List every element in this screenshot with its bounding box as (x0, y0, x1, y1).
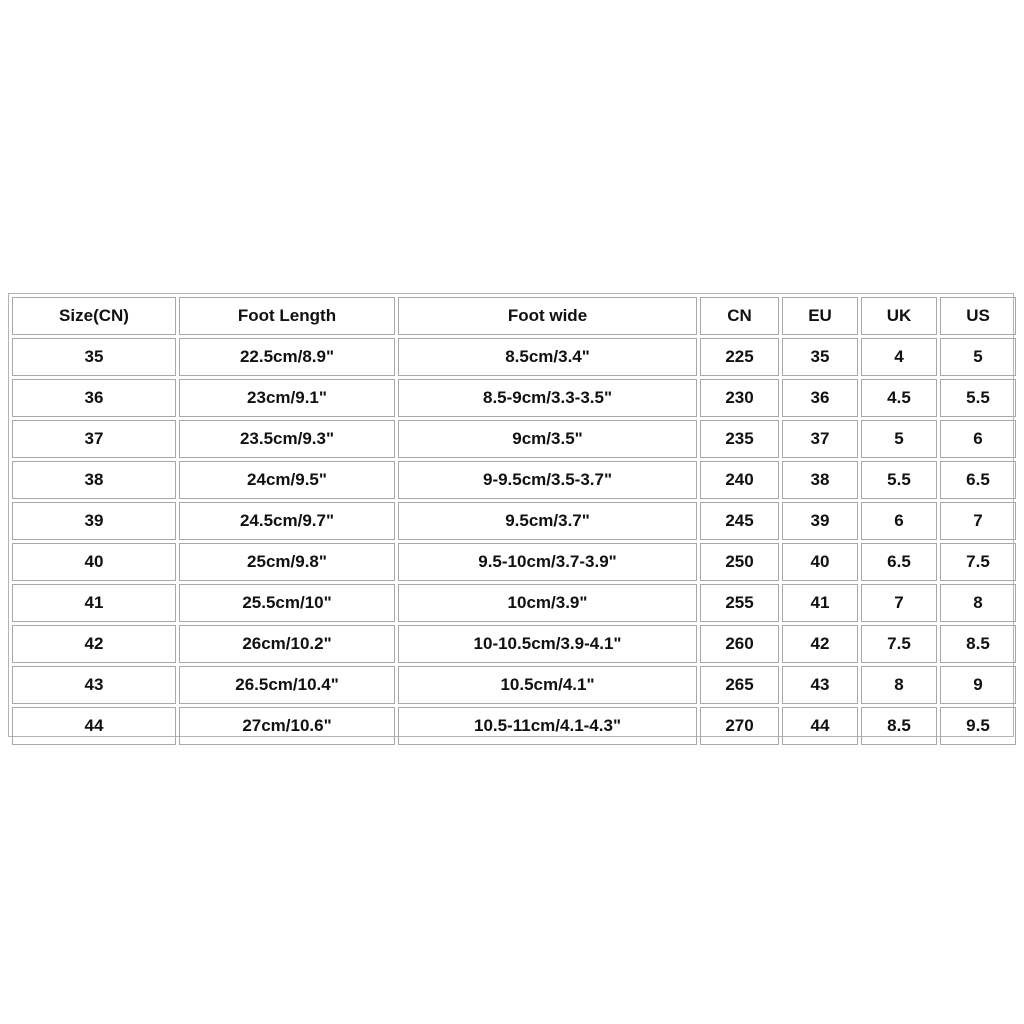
table-cell: 38 (782, 461, 858, 499)
table-cell: 10cm/3.9" (398, 584, 697, 622)
table-cell: 8 (940, 584, 1016, 622)
column-header: Size(CN) (12, 297, 176, 335)
table-row: 39 24.5cm/9.7" 9.5cm/3.7" 245 39 6 7 (12, 502, 1016, 540)
table-cell: 9.5-10cm/3.7-3.9" (398, 543, 697, 581)
table-cell: 240 (700, 461, 779, 499)
table-cell: 5.5 (940, 379, 1016, 417)
table-cell: 40 (782, 543, 858, 581)
table-cell: 4 (861, 338, 937, 376)
table-cell: 8.5 (861, 707, 937, 745)
size-table: Size(CN) Foot Length Foot wide CN EU UK US 35 2… (9, 294, 1019, 748)
table-cell: 8.5cm/3.4" (398, 338, 697, 376)
table-cell: 44 (782, 707, 858, 745)
table-cell: 8 (861, 666, 937, 704)
table-cell: 10.5-11cm/4.1-4.3" (398, 707, 697, 745)
table-cell: 5 (940, 338, 1016, 376)
size-chart: Size(CN) Foot Length Foot wide CN EU UK US 35 2… (8, 293, 1016, 745)
table-cell: 23cm/9.1" (179, 379, 395, 417)
table-cell: 7 (940, 502, 1016, 540)
table-cell: 8.5 (940, 625, 1016, 663)
table-row: 42 26cm/10.2" 10-10.5cm/3.9-4.1" 260 42 7.5 8.… (12, 625, 1016, 663)
table-cell: 39 (12, 502, 176, 540)
table-cell: 230 (700, 379, 779, 417)
column-header: Foot Length (179, 297, 395, 335)
table-cell: 42 (12, 625, 176, 663)
table-cell: 5 (861, 420, 937, 458)
column-header: Foot wide (398, 297, 697, 335)
table-cell: 6 (940, 420, 1016, 458)
column-header: EU (782, 297, 858, 335)
table-cell: 7 (861, 584, 937, 622)
table-cell: 9.5cm/3.7" (398, 502, 697, 540)
table-cell: 265 (700, 666, 779, 704)
table-row: 44 27cm/10.6" 10.5-11cm/4.1-4.3" 270 44 8.5 9.… (12, 707, 1016, 745)
table-cell: 9-9.5cm/3.5-3.7" (398, 461, 697, 499)
table-row: 40 25cm/9.8" 9.5-10cm/3.7-3.9" 250 40 6.5 7.5 (12, 543, 1016, 581)
table-cell: 6 (861, 502, 937, 540)
table-row: 41 25.5cm/10" 10cm/3.9" 255 41 7 8 (12, 584, 1016, 622)
table-row: 36 23cm/9.1" 8.5-9cm/3.3-3.5" 230 36 4.5 5.5 (12, 379, 1016, 417)
table-cell: 36 (782, 379, 858, 417)
table-cell: 37 (782, 420, 858, 458)
table-cell: 5.5 (861, 461, 937, 499)
table-cell: 42 (782, 625, 858, 663)
header-row: Size(CN) Foot Length Foot wide CN EU UK US (12, 297, 1016, 335)
table-cell: 4.5 (861, 379, 937, 417)
table-cell: 6.5 (940, 461, 1016, 499)
table-cell: 8.5-9cm/3.3-3.5" (398, 379, 697, 417)
table-cell: 9 (940, 666, 1016, 704)
table-cell: 26.5cm/10.4" (179, 666, 395, 704)
table-cell: 43 (782, 666, 858, 704)
table-cell: 250 (700, 543, 779, 581)
table-cell: 22.5cm/8.9" (179, 338, 395, 376)
table-cell: 270 (700, 707, 779, 745)
table-cell: 9.5 (940, 707, 1016, 745)
table-cell: 6.5 (861, 543, 937, 581)
table-row: 38 24cm/9.5" 9-9.5cm/3.5-3.7" 240 38 5.5 6.5 (12, 461, 1016, 499)
table-cell: 24cm/9.5" (179, 461, 395, 499)
column-header: US (940, 297, 1016, 335)
table-cell: 235 (700, 420, 779, 458)
table-row: 35 22.5cm/8.9" 8.5cm/3.4" 225 35 4 5 (12, 338, 1016, 376)
table-cell: 26cm/10.2" (179, 625, 395, 663)
table-cell: 245 (700, 502, 779, 540)
table-cell: 37 (12, 420, 176, 458)
table-cell: 7.5 (940, 543, 1016, 581)
table-cell: 23.5cm/9.3" (179, 420, 395, 458)
table-row: 37 23.5cm/9.3" 9cm/3.5" 235 37 5 6 (12, 420, 1016, 458)
table-cell: 255 (700, 584, 779, 622)
table-cell: 25.5cm/10" (179, 584, 395, 622)
table-cell: 10.5cm/4.1" (398, 666, 697, 704)
table-cell: 7.5 (861, 625, 937, 663)
table-cell: 43 (12, 666, 176, 704)
table-cell: 225 (700, 338, 779, 376)
table-row: 43 26.5cm/10.4" 10.5cm/4.1" 265 43 8 9 (12, 666, 1016, 704)
table-cell: 9cm/3.5" (398, 420, 697, 458)
table-cell: 35 (12, 338, 176, 376)
table-cell: 27cm/10.6" (179, 707, 395, 745)
table-cell: 41 (782, 584, 858, 622)
table-cell: 41 (12, 584, 176, 622)
table-cell: 10-10.5cm/3.9-4.1" (398, 625, 697, 663)
column-header: CN (700, 297, 779, 335)
column-header: UK (861, 297, 937, 335)
table-cell: 24.5cm/9.7" (179, 502, 395, 540)
table-cell: 36 (12, 379, 176, 417)
table-cell: 39 (782, 502, 858, 540)
table-cell: 44 (12, 707, 176, 745)
table-cell: 25cm/9.8" (179, 543, 395, 581)
table-cell: 260 (700, 625, 779, 663)
table-cell: 40 (12, 543, 176, 581)
table-cell: 38 (12, 461, 176, 499)
table-cell: 35 (782, 338, 858, 376)
